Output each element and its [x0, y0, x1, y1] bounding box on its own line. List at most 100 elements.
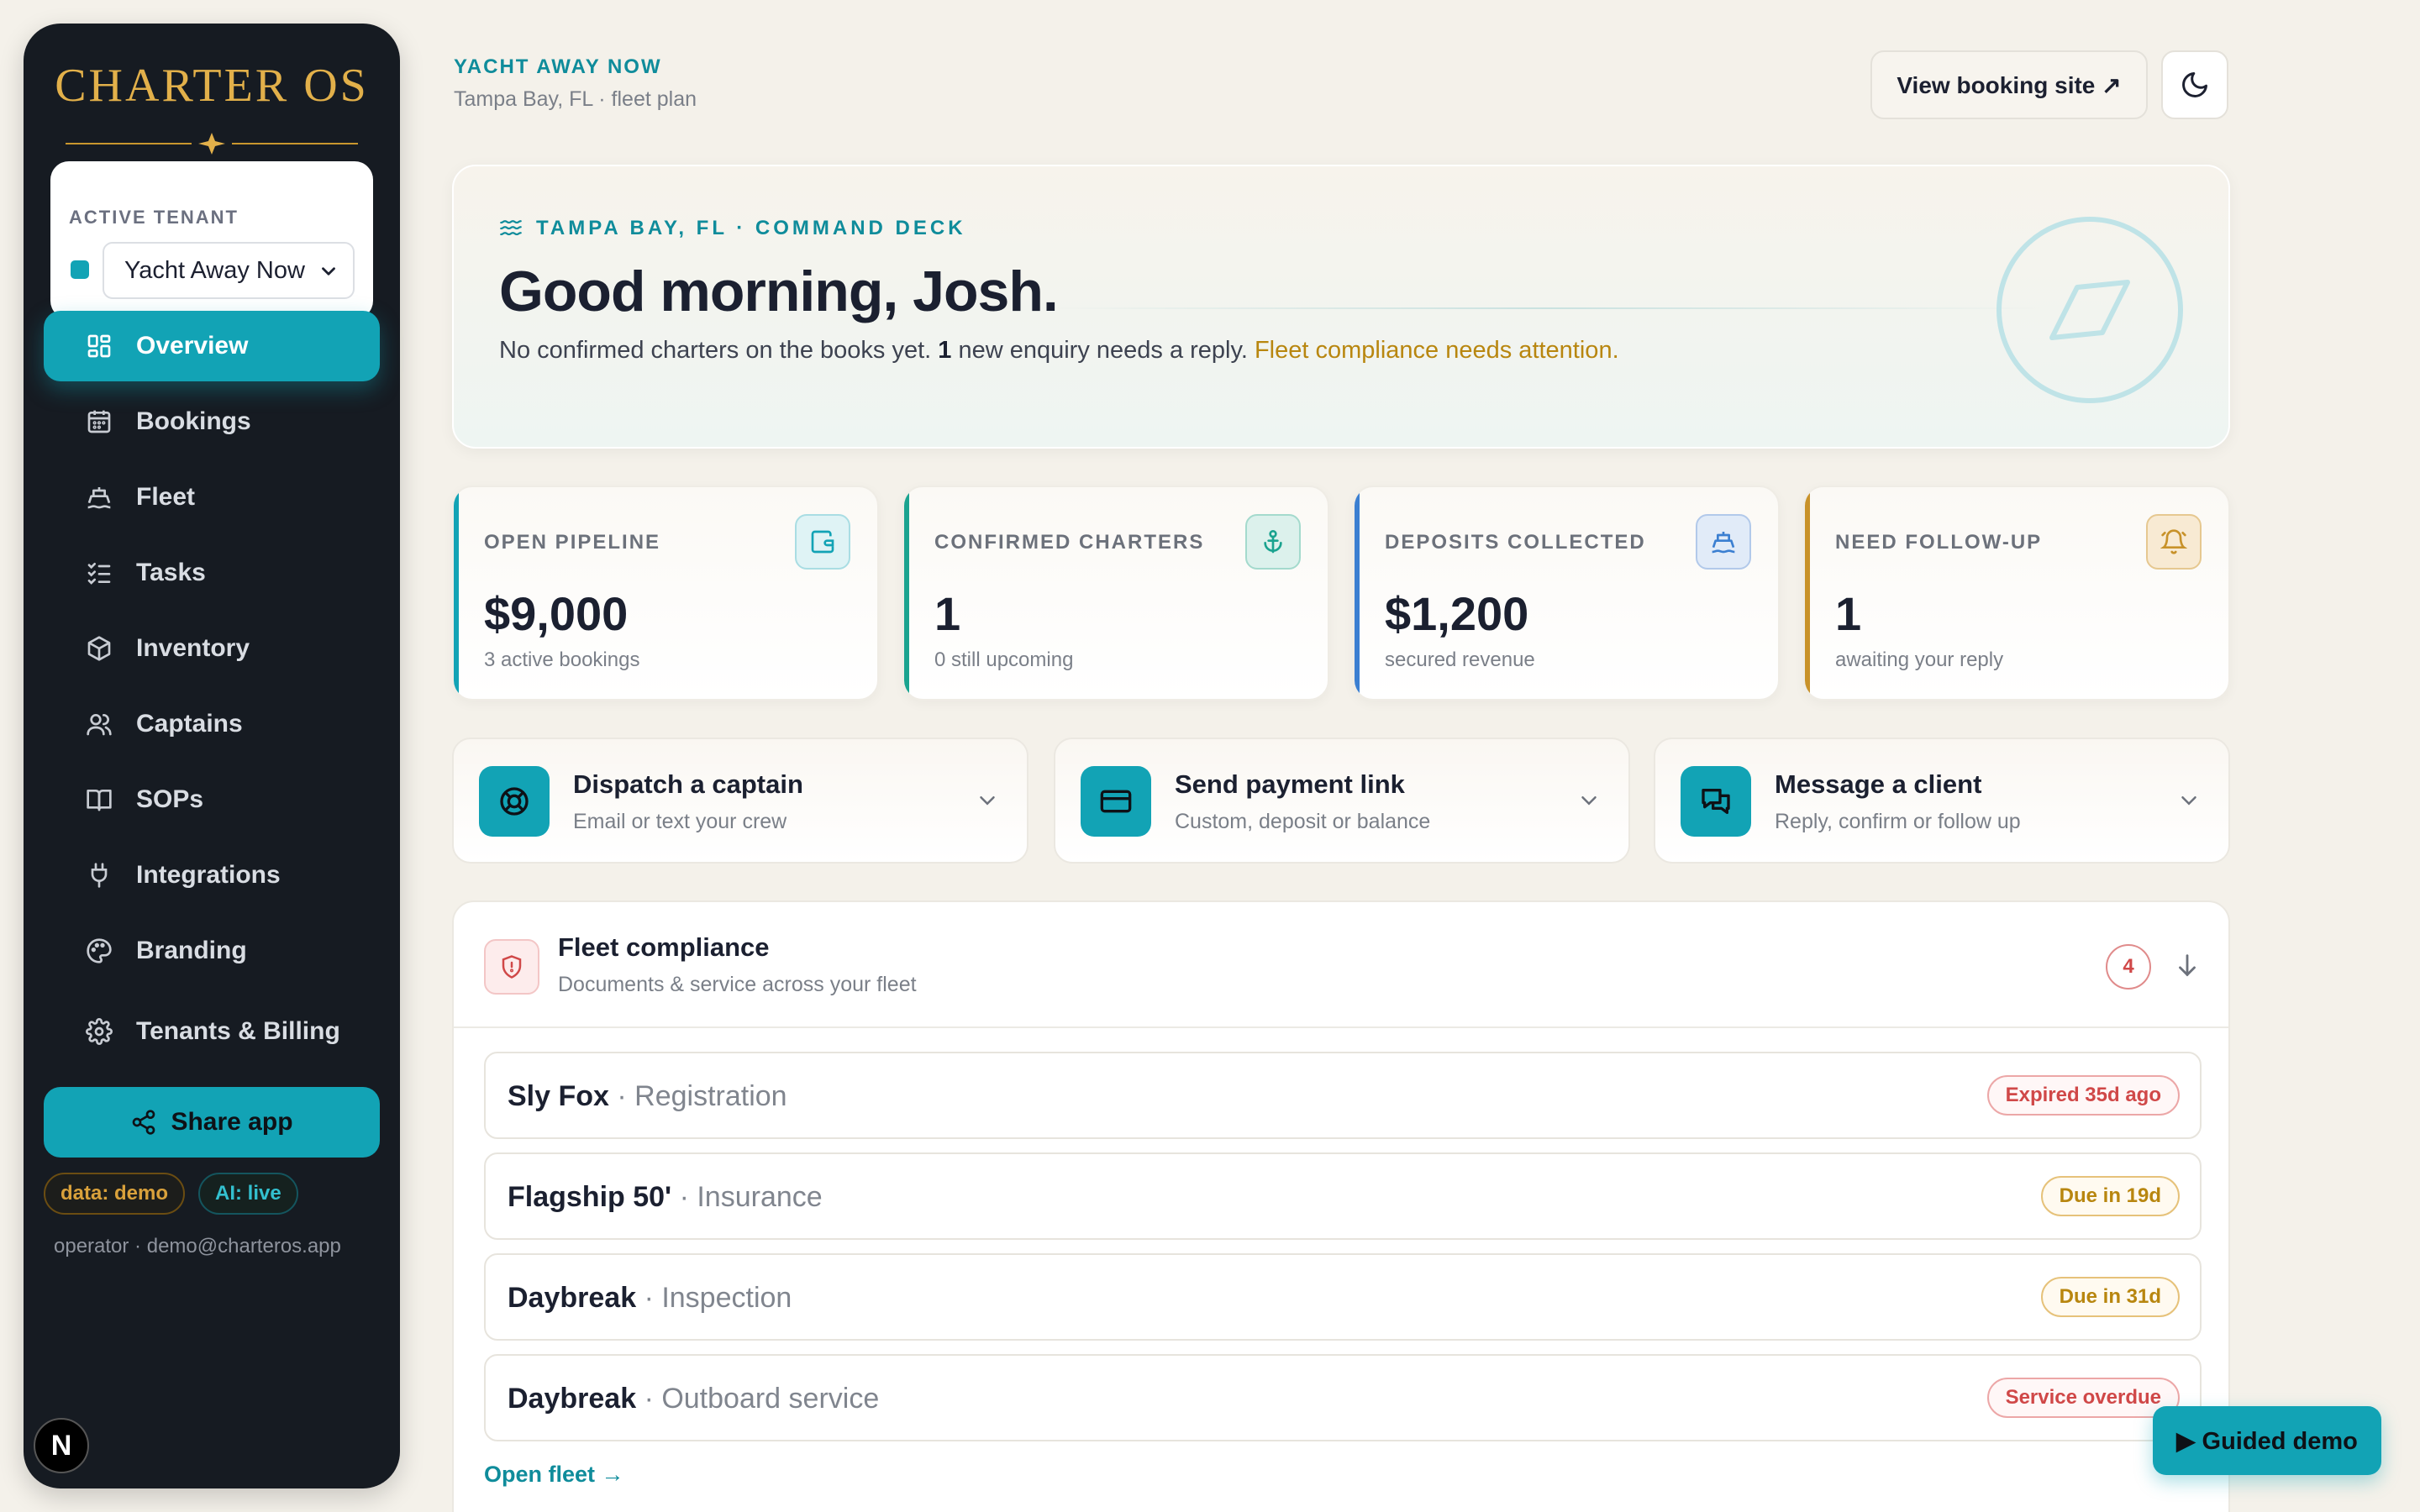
stat-value: $9,000 [484, 587, 629, 640]
compliance-warning-link[interactable]: Fleet compliance needs attention. [1255, 337, 1619, 364]
sidebar-item-label: Integrations [136, 861, 281, 889]
sidebar-item-tasks[interactable]: Tasks [44, 538, 380, 608]
status-badge: Due in 19d [2040, 1176, 2180, 1216]
dispatch-captain-action[interactable]: Dispatch a captain Email or text your cr… [452, 738, 1028, 864]
document-type: · Registration [617, 1080, 787, 1112]
stat-label: NEED FOLLOW-UP [1835, 531, 2043, 554]
sidebar-item-label: Overview [136, 332, 249, 360]
greeting-title: Good morning, Josh. [499, 260, 1059, 323]
action-subtitle: Custom, deposit or balance [1175, 810, 1431, 833]
issue-count-badge: 4 [2106, 944, 2151, 990]
vessel-name: Daybreak · Inspection [508, 1282, 792, 1315]
action-title: Send payment link [1175, 769, 1405, 799]
sidebar-item-sops[interactable]: SOPs [44, 764, 380, 835]
tenant-select[interactable]: Yacht Away Now [103, 242, 355, 299]
status-badge: Expired 35d ago [1986, 1075, 2180, 1116]
guided-demo-button[interactable]: ▶ Guided demo [2153, 1406, 2381, 1475]
hero-summary-part: new enquiry needs a reply. [951, 337, 1255, 364]
hero-tag-text: TAMPA BAY, FL · COMMAND DECK [536, 217, 966, 239]
compliance-row[interactable]: Flagship 50' · Insurance Due in 19d [484, 1152, 2202, 1240]
fleet-compliance-header[interactable]: Fleet compliance Documents & service acr… [454, 902, 2228, 1028]
sidebar-item-bookings[interactable]: Bookings [44, 386, 380, 457]
checklist-icon [87, 563, 111, 585]
ai-status-badge: AI: live [198, 1173, 298, 1215]
compliance-row[interactable]: Daybreak · Inspection Due in 31d [484, 1253, 2202, 1341]
operator-email: operator · demo@charteros.app [54, 1235, 341, 1257]
sidebar: CHARTER OS ACTIVE TENANT Yacht Away Now … [24, 24, 400, 1488]
stat-card-need-follow-up[interactable]: NEED FOLLOW-UP 1 awaiting your reply [1803, 486, 2230, 701]
stat-caption: 3 active bookings [484, 648, 640, 671]
send-payment-link-action[interactable]: Send payment link Custom, deposit or bal… [1054, 738, 1630, 864]
share-icon [133, 1110, 155, 1135]
hero-summary-part: No confirmed charters on the books yet. [499, 337, 939, 364]
users-icon [87, 714, 112, 736]
lifebuoy-icon [479, 766, 550, 837]
chevron-down-icon [2181, 796, 2196, 806]
document-type: · Outboard service [644, 1383, 880, 1415]
sidebar-item-tenants-billing[interactable]: Tenants & Billing [44, 996, 380, 1067]
stat-label: OPEN PIPELINE [484, 531, 661, 554]
tenant-color-dot [71, 260, 89, 279]
hero-summary: No confirmed charters on the books yet. … [499, 333, 1642, 368]
chevron-down-icon [1581, 796, 1597, 806]
stat-caption: 0 still upcoming [934, 648, 1074, 671]
nextjs-badge[interactable]: N [34, 1418, 89, 1473]
sidebar-item-label: Tasks [136, 559, 206, 586]
plug-icon [91, 863, 108, 888]
compass-star-icon [66, 133, 358, 155]
arrow-down-icon[interactable] [2173, 951, 2202, 979]
sidebar-item-label: Branding [136, 937, 247, 964]
compass-icon [1996, 217, 2183, 403]
stat-card-confirmed-charters[interactable]: CONFIRMED CHARTERS 1 0 still upcoming [902, 486, 1329, 701]
message-client-action[interactable]: Message a client Reply, confirm or follo… [1654, 738, 2230, 864]
tenant-select-value: Yacht Away Now [124, 256, 305, 284]
sidebar-item-label: Inventory [136, 634, 250, 662]
sidebar-item-label: Captains [136, 710, 243, 738]
panel-subtitle: Documents & service across your fleet [558, 973, 917, 996]
stat-label: DEPOSITS COLLECTED [1385, 531, 1646, 554]
calendar-icon [87, 410, 111, 433]
accent-bar [1355, 487, 1360, 699]
document-type: · Inspection [644, 1282, 792, 1314]
chevron-down-icon [980, 796, 995, 806]
view-booking-site-button[interactable]: View booking site ↗ [1870, 50, 2148, 119]
stat-card-open-pipeline[interactable]: OPEN PIPELINE $9,000 3 active bookings [452, 486, 879, 701]
hero-card: TAMPA BAY, FL · COMMAND DECK Good mornin… [452, 165, 2230, 449]
share-app-button[interactable]: Share app [44, 1087, 380, 1158]
sidebar-item-fleet[interactable]: Fleet [44, 462, 380, 533]
sidebar-item-label: Tenants & Billing [136, 1017, 340, 1045]
grid-icon [87, 334, 111, 358]
sidebar-item-label: Fleet [136, 483, 196, 511]
vessel-name-text: Daybreak [508, 1383, 637, 1415]
stat-card-deposits-collected[interactable]: DEPOSITS COLLECTED $1,200 secured revenu… [1353, 486, 1780, 701]
sidebar-item-captains[interactable]: Captains [44, 689, 380, 759]
sidebar-item-branding[interactable]: Branding [44, 916, 380, 986]
stat-value: 1 [934, 587, 961, 640]
anchor-icon [1245, 514, 1301, 570]
vessel-name: Flagship 50' · Insurance [508, 1181, 823, 1214]
accent-bar [904, 487, 909, 699]
company-name: YACHT AWAY NOW [454, 55, 662, 78]
compliance-row[interactable]: Sly Fox · Registration Expired 35d ago [484, 1052, 2202, 1139]
accent-bar [1805, 487, 1810, 699]
ship-icon [1696, 514, 1751, 570]
vessel-name-text: Flagship 50' [508, 1181, 672, 1213]
data-mode-badge: data: demo [44, 1173, 186, 1215]
vessel-name-text: Sly Fox [508, 1080, 609, 1112]
panel-title: Fleet compliance [558, 932, 770, 962]
theme-toggle-button[interactable] [2161, 50, 2228, 119]
compliance-row[interactable]: Daybreak · Outboard service Service over… [484, 1354, 2202, 1441]
sidebar-item-integrations[interactable]: Integrations [44, 840, 380, 911]
waves-icon [500, 220, 522, 236]
stat-value: 1 [1835, 587, 1862, 640]
chevron-down-icon [322, 267, 335, 276]
wallet-icon [795, 514, 850, 570]
sidebar-item-label: SOPs [136, 785, 204, 813]
open-fleet-link[interactable]: Open fleet → [484, 1462, 624, 1488]
sidebar-item-inventory[interactable]: Inventory [44, 613, 380, 684]
vessel-name: Sly Fox · Registration [508, 1080, 787, 1113]
sidebar-item-overview[interactable]: Overview [44, 311, 380, 381]
sidebar-item-label: Bookings [136, 407, 251, 435]
palette-icon [87, 938, 112, 963]
stat-caption: awaiting your reply [1835, 648, 2004, 671]
